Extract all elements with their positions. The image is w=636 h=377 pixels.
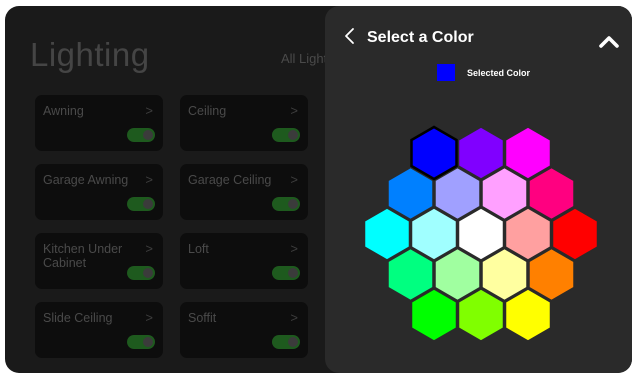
chevron-right-icon: > bbox=[145, 103, 153, 118]
color-hex-0000ff[interactable] bbox=[410, 125, 458, 181]
page-title: Lighting bbox=[30, 36, 150, 73]
light-toggle[interactable] bbox=[272, 335, 300, 349]
chevron-right-icon: > bbox=[145, 310, 153, 325]
chevron-right-icon: > bbox=[145, 172, 153, 187]
toggle-knob bbox=[143, 130, 153, 140]
chevron-right-icon: > bbox=[290, 310, 298, 325]
toggle-knob bbox=[288, 268, 298, 278]
light-card-label: Awning bbox=[43, 104, 84, 118]
light-card-label: Garage Ceiling bbox=[188, 173, 272, 187]
toggle-knob bbox=[288, 337, 298, 347]
light-card-ceiling[interactable]: Ceiling > bbox=[180, 95, 308, 151]
light-card-garage-ceiling[interactable]: Garage Ceiling > bbox=[180, 164, 308, 220]
light-toggle[interactable] bbox=[272, 266, 300, 280]
light-card-label: Garage Awning bbox=[43, 173, 129, 187]
light-toggle[interactable] bbox=[127, 197, 155, 211]
color-picker-panel: Select a Color Selected Color bbox=[325, 6, 632, 373]
light-card-label: Loft bbox=[188, 242, 209, 256]
toggle-knob bbox=[143, 199, 153, 209]
chevron-right-icon: > bbox=[290, 241, 298, 256]
color-hex-grid bbox=[363, 125, 599, 342]
light-card-garage-awning[interactable]: Garage Awning > bbox=[35, 164, 163, 220]
toggle-knob bbox=[143, 337, 153, 347]
light-toggle[interactable] bbox=[127, 266, 155, 280]
light-card-label: Slide Ceiling bbox=[43, 311, 113, 325]
toggle-knob bbox=[288, 199, 298, 209]
light-card-label: Ceiling bbox=[188, 104, 227, 118]
light-toggle[interactable] bbox=[272, 197, 300, 211]
light-card-slide-ceiling[interactable]: Slide Ceiling > bbox=[35, 302, 163, 358]
chevron-right-icon: > bbox=[290, 172, 298, 187]
light-card-awning[interactable]: Awning > bbox=[35, 95, 163, 151]
toggle-knob bbox=[143, 268, 153, 278]
all-lights-link[interactable]: All Light bbox=[281, 51, 327, 66]
app-screen: Lighting All Light Awning > Ceiling > Ga… bbox=[5, 6, 632, 373]
light-card-label: Soffit bbox=[188, 311, 217, 325]
light-card-loft[interactable]: Loft > bbox=[180, 233, 308, 289]
light-toggle[interactable] bbox=[272, 128, 300, 142]
chevron-right-icon: > bbox=[145, 241, 153, 256]
light-card-kitchen-under-cabinet[interactable]: Kitchen Under Cabinet > bbox=[35, 233, 163, 289]
light-card-label: Kitchen Under Cabinet bbox=[43, 242, 123, 270]
light-card-soffit[interactable]: Soffit > bbox=[180, 302, 308, 358]
light-toggle[interactable] bbox=[127, 335, 155, 349]
chevron-right-icon: > bbox=[290, 103, 298, 118]
toggle-knob bbox=[288, 130, 298, 140]
light-toggle[interactable] bbox=[127, 128, 155, 142]
